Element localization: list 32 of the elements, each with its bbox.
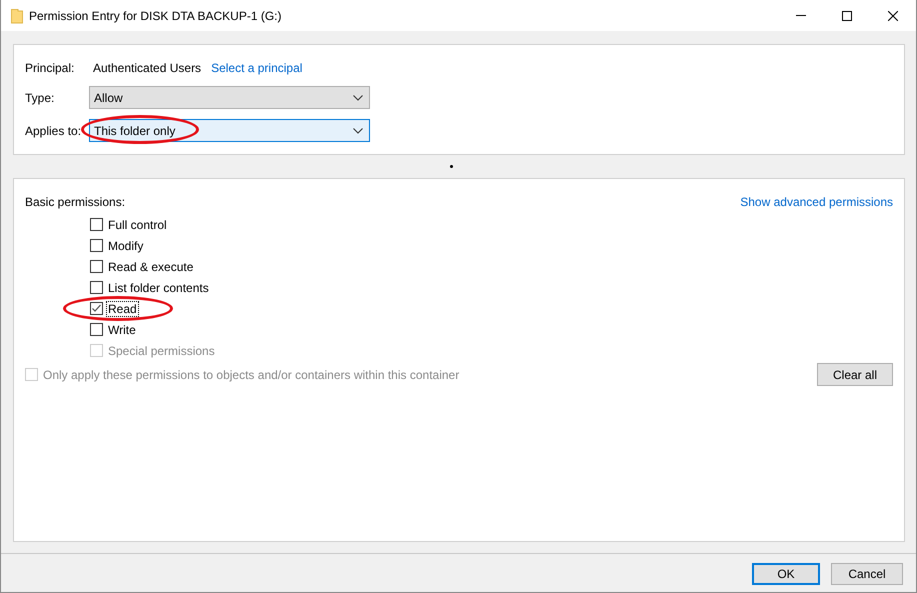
checkbox[interactable] [90,218,103,231]
field-label: Type: [25,90,56,104]
section-heading: Basic permissions: [25,195,126,211]
folder-icon [11,8,23,24]
chevron-down-icon [353,94,363,100]
minimize-icon [796,15,806,16]
checkbox-label[interactable]: Write [106,322,138,338]
checkbox[interactable] [90,281,103,294]
advanced-permissions-link[interactable]: Show advanced permissions [740,195,893,211]
checkbox[interactable] [90,239,103,252]
dropdown[interactable]: Allow [89,86,370,109]
checkbox-label[interactable]: List folder contents [106,280,211,296]
checkbox-label[interactable]: Modify [106,238,146,254]
maximize-icon [842,10,852,20]
principal-value: Authenticated Users [93,61,202,75]
clear-all-button[interactable]: Clear all [817,363,893,386]
close-icon [888,10,898,20]
principal-label: Principal: [25,61,76,75]
checkbox[interactable] [90,260,103,273]
dialog-button[interactable]: Cancel [831,562,903,584]
checkbox[interactable] [90,302,103,315]
select-principal-link[interactable]: Select a principal [211,61,302,75]
checkbox[interactable] [90,323,103,336]
splitter-handle[interactable] [450,165,452,168]
chevron-down-icon [353,128,363,134]
checkbox-label[interactable]: Read [106,300,139,316]
window-title: Permission Entry for DISK DTA BACKUP-1 (G:) [29,8,282,22]
checkbox-label[interactable]: Full control [106,216,169,232]
field-label: Applies to: [25,124,82,138]
dialog-button[interactable]: OK [752,562,820,584]
checkbox-label[interactable]: Read & execute [106,258,196,274]
dropdown[interactable]: This folder only [89,119,370,142]
